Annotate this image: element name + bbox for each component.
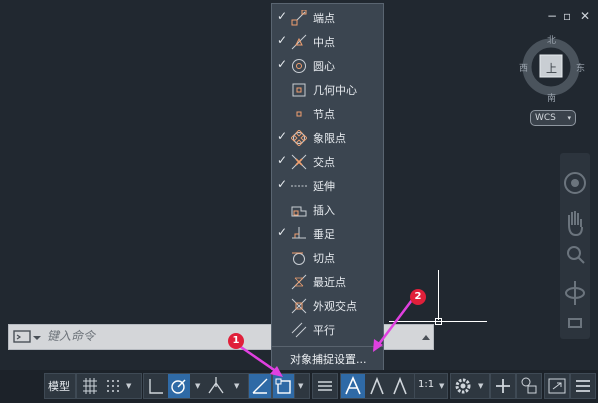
annotation-arrow-1 bbox=[237, 343, 283, 377]
annotation-badge-1: 1 bbox=[228, 333, 244, 349]
annotation-badge-2: 2 bbox=[410, 289, 426, 305]
annotation-arrow-2 bbox=[373, 299, 413, 352]
annotation-arrows bbox=[237, 299, 413, 377]
